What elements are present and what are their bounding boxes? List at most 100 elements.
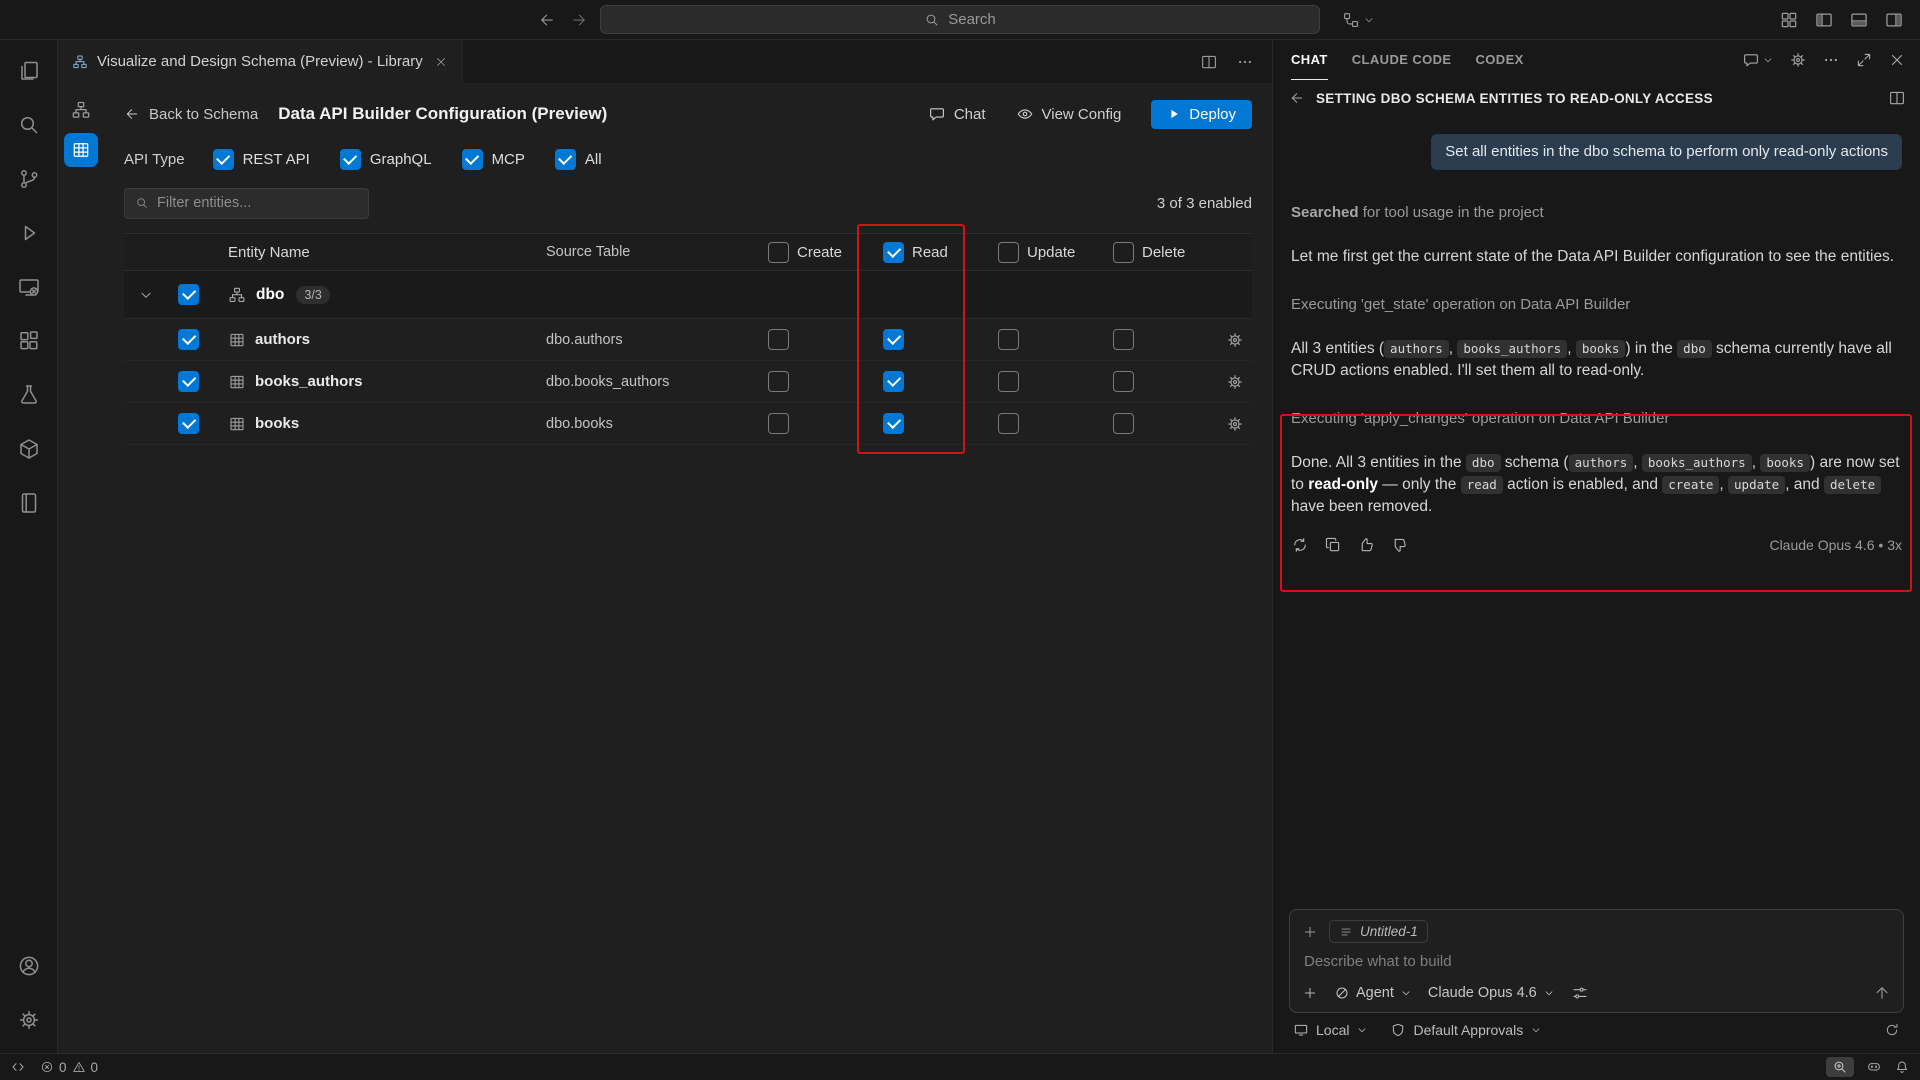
group-checkbox[interactable]: [178, 284, 199, 305]
workflow-icon: [1342, 11, 1360, 29]
attachment-chip[interactable]: Untitled-1: [1329, 920, 1428, 943]
api-type-all[interactable]: All: [555, 149, 602, 170]
view-config-label: View Config: [1042, 106, 1122, 123]
toggle-panel-icon[interactable]: [1849, 10, 1869, 30]
delete-checkbox[interactable]: [1113, 413, 1134, 434]
read-checkbox[interactable]: [883, 413, 904, 434]
accounts-icon: [17, 954, 41, 978]
zoom-indicator[interactable]: [1826, 1057, 1854, 1077]
customize-layout-icon[interactable]: [1779, 10, 1799, 30]
chat-input[interactable]: Untitled-1 Describe what to build Agent …: [1289, 909, 1904, 1013]
thumbs-up-icon[interactable]: [1357, 536, 1375, 554]
sync-icon[interactable]: [1884, 1022, 1900, 1038]
chat-expand-icon[interactable]: [1855, 51, 1873, 69]
create-checkbox[interactable]: [768, 329, 789, 350]
approvals-dropdown[interactable]: Default Approvals: [1390, 1022, 1542, 1038]
split-editor-icon[interactable]: [1200, 53, 1218, 71]
copy-icon[interactable]: [1324, 536, 1342, 554]
nav-back-icon[interactable]: [538, 11, 556, 29]
update-checkbox[interactable]: [998, 371, 1019, 392]
api-type-graphql[interactable]: GraphQL: [340, 149, 432, 170]
thumbs-down-icon[interactable]: [1390, 536, 1408, 554]
read-column-checkbox[interactable]: [883, 242, 904, 263]
api-type-mcp[interactable]: MCP: [462, 149, 525, 170]
read-checkbox[interactable]: [883, 329, 904, 350]
deploy-button[interactable]: Deploy: [1151, 100, 1252, 129]
api-type-checkbox[interactable]: [555, 149, 576, 170]
row-checkbox[interactable]: [178, 371, 199, 392]
session-menu[interactable]: [1342, 11, 1375, 29]
tab-claude-code[interactable]: CLAUDE CODE: [1352, 40, 1452, 80]
chat-close-icon[interactable]: [1888, 51, 1906, 69]
api-type-checkbox[interactable]: [213, 149, 234, 170]
delete-checkbox[interactable]: [1113, 371, 1134, 392]
entity-table: Entity Name Source Table Create Read: [124, 233, 1252, 445]
tab-chat[interactable]: CHAT: [1291, 40, 1328, 80]
model-dropdown[interactable]: Claude Opus 4.6: [1428, 985, 1555, 1001]
row-checkbox[interactable]: [178, 413, 199, 434]
row-settings-icon[interactable]: [1226, 331, 1244, 349]
toggle-primary-sidebar-icon[interactable]: [1814, 10, 1834, 30]
delete-column-checkbox[interactable]: [1113, 242, 1134, 263]
chat-status-line: Executing 'get_state' operation on Data …: [1291, 294, 1902, 316]
local-dropdown[interactable]: Local: [1293, 1022, 1368, 1038]
copilot-icon[interactable]: [1866, 1059, 1882, 1075]
chat-button[interactable]: Chat: [928, 105, 986, 123]
notifications-bell-icon[interactable]: [1894, 1059, 1910, 1075]
open-chat-in-editor-icon[interactable]: [1888, 89, 1906, 107]
retry-icon[interactable]: [1291, 536, 1309, 554]
activity-settings[interactable]: [0, 993, 58, 1047]
chat-input-placeholder[interactable]: Describe what to build: [1302, 951, 1891, 976]
add-attachment-icon[interactable]: [1302, 985, 1318, 1001]
api-type-rest-api[interactable]: REST API: [213, 149, 310, 170]
chat-back-icon[interactable]: [1289, 90, 1305, 106]
activity-explorer[interactable]: [0, 44, 58, 98]
schema-designer-view-button[interactable]: [64, 93, 98, 127]
collapse-group-icon[interactable]: [138, 287, 154, 303]
activity-testing[interactable]: [0, 368, 58, 422]
activity-notebooks[interactable]: [0, 476, 58, 530]
api-type-checkbox[interactable]: [340, 149, 361, 170]
toggle-secondary-sidebar-icon[interactable]: [1884, 10, 1904, 30]
activity-search[interactable]: [0, 98, 58, 152]
update-column-checkbox[interactable]: [998, 242, 1019, 263]
activity-extensions[interactable]: [0, 314, 58, 368]
create-checkbox[interactable]: [768, 413, 789, 434]
deploy-label: Deploy: [1189, 106, 1236, 123]
chat-settings-icon[interactable]: [1789, 51, 1807, 69]
tab-codex[interactable]: CODEX: [1476, 40, 1524, 80]
create-column-checkbox[interactable]: [768, 242, 789, 263]
api-config-view-button[interactable]: [64, 133, 98, 167]
delete-checkbox[interactable]: [1113, 329, 1134, 350]
filter-entities-input[interactable]: Filter entities...: [124, 188, 369, 219]
api-type-checkbox[interactable]: [462, 149, 483, 170]
back-to-schema-button[interactable]: Back to Schema: [124, 106, 258, 123]
remote-indicator-icon[interactable]: [10, 1059, 26, 1075]
schema-group-row[interactable]: dbo 3/3: [124, 271, 1252, 319]
close-tab-icon[interactable]: [434, 55, 448, 69]
activity-source-control[interactable]: [0, 152, 58, 206]
activity-run-debug[interactable]: [0, 206, 58, 260]
read-checkbox[interactable]: [883, 371, 904, 392]
more-actions-icon[interactable]: [1236, 53, 1254, 71]
send-button[interactable]: [1873, 984, 1891, 1002]
row-checkbox[interactable]: [178, 329, 199, 350]
chat-mode-menu[interactable]: [1742, 51, 1774, 69]
problems-indicator[interactable]: 0 0: [40, 1060, 98, 1075]
create-checkbox[interactable]: [768, 371, 789, 392]
chat-more-icon[interactable]: [1822, 51, 1840, 69]
activity-remote-explorer[interactable]: [0, 260, 58, 314]
view-config-button[interactable]: View Config: [1016, 105, 1122, 123]
activity-database-projects[interactable]: [0, 422, 58, 476]
row-settings-icon[interactable]: [1226, 373, 1244, 391]
update-checkbox[interactable]: [998, 329, 1019, 350]
update-checkbox[interactable]: [998, 413, 1019, 434]
command-center-search[interactable]: Search: [600, 5, 1320, 34]
tools-config-icon[interactable]: [1571, 984, 1589, 1002]
tab-visualize-design-schema[interactable]: Visualize and Design Schema (Preview) - …: [58, 40, 463, 83]
add-context-icon[interactable]: [1302, 924, 1318, 940]
mode-dropdown[interactable]: Agent: [1334, 985, 1412, 1001]
nav-forward-icon[interactable]: [570, 11, 588, 29]
activity-accounts[interactable]: [0, 939, 58, 993]
row-settings-icon[interactable]: [1226, 415, 1244, 433]
